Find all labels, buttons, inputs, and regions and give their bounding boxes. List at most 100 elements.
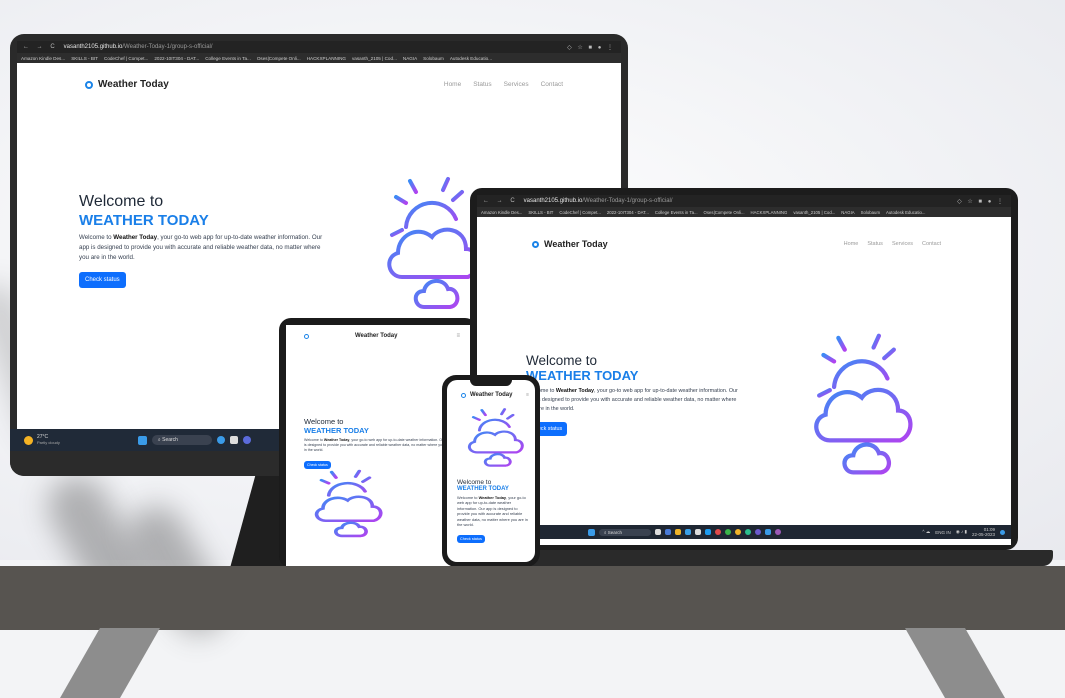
logo-icon — [85, 80, 93, 89]
site-brand[interactable]: Weather Today — [532, 239, 608, 249]
site-navbar: Weather Today Home Status Services Conta… — [17, 79, 621, 90]
app-icon[interactable] — [745, 529, 751, 535]
language-indicator[interactable]: ENG IN — [935, 530, 951, 535]
nav-link-contact[interactable]: Contact — [922, 241, 941, 247]
tray-icons[interactable]: ^ ☁ — [922, 529, 930, 535]
app-icon[interactable] — [229, 436, 238, 444]
app-icon[interactable] — [695, 529, 701, 535]
hero-title-line2: WEATHER TODAY — [79, 212, 209, 229]
bookmark-item[interactable]: HACKXPLANNING — [307, 56, 346, 61]
bookmark-item[interactable]: SKILLS - BIT — [71, 56, 98, 61]
app-icon[interactable] — [755, 529, 761, 535]
browser-nav-icons[interactable]: ← → C — [23, 44, 58, 50]
bookmark-item[interactable]: Oses|Compete Onli... — [257, 56, 301, 61]
app-icon[interactable] — [665, 529, 671, 535]
sun-icon — [24, 435, 33, 445]
browser-chrome: ← → C vasanth2105.github.io/Weather-Toda… — [17, 41, 621, 63]
menu-toggle-icon[interactable]: ≡ — [456, 333, 460, 339]
desc-bold: Weather Today — [113, 234, 158, 241]
smartphone: Weather Today ≡ Welcome to WEATHER TODAY… — [442, 375, 540, 567]
weather-widget[interactable]: 27°C Partly cloudy — [24, 434, 60, 446]
app-icon[interactable] — [725, 529, 731, 535]
bookmark-item[interactable]: 2022-10IT304 - DAT... — [607, 210, 649, 215]
network-icon[interactable]: ◉ ♪ ▮ — [956, 529, 967, 535]
laptop-screen: ← → C vasanth2105.github.io/Weather-Toda… — [477, 195, 1011, 545]
bookmark-item[interactable]: Oses|Compete Onli... — [704, 210, 745, 215]
bookmark-item[interactable]: vasanth_2105 | Cod... — [352, 56, 397, 61]
bookmark-item[interactable]: Amazon Kindle Des... — [21, 56, 65, 61]
phone-screen: Weather Today ≡ Welcome to WEATHER TODAY… — [447, 380, 535, 562]
browser-extension-icons[interactable]: ◇ ☆ ■ ● ⋮ — [567, 44, 615, 51]
windows-start-icon[interactable] — [588, 528, 595, 536]
bookmark-item[interactable]: HACKXPLANNING — [751, 210, 788, 215]
bookmark-item[interactable]: SKILLS - BIT — [528, 210, 553, 215]
hero-title-line2: WEATHER TODAY — [304, 426, 369, 435]
laptop: ← → C vasanth2105.github.io/Weather-Toda… — [470, 188, 1018, 550]
app-icon[interactable] — [735, 529, 741, 535]
desc-prefix: Welcome to — [457, 495, 479, 500]
taskbar-search-label: Search — [607, 529, 623, 535]
app-icon[interactable] — [655, 529, 661, 535]
bookmark-item[interactable]: NAGIA — [841, 210, 854, 215]
app-icon[interactable] — [715, 529, 721, 535]
check-status-button[interactable]: Check status — [457, 535, 485, 544]
bookmark-item[interactable]: Solobaum — [861, 210, 880, 215]
app-icon[interactable] — [765, 529, 771, 535]
app-icon[interactable] — [705, 529, 711, 535]
bookmark-item[interactable]: College Events in Ta... — [655, 210, 698, 215]
nav-link-services[interactable]: Services — [504, 81, 529, 88]
site-navbar: Weather Today Home Status Services Conta… — [477, 239, 1011, 249]
bookmark-item[interactable]: vasanth_2105 | Cod... — [793, 210, 835, 215]
windows-start-icon[interactable] — [137, 435, 147, 445]
app-icon[interactable] — [685, 529, 691, 535]
bookmark-item[interactable]: Solobaum — [423, 56, 444, 61]
site-brand[interactable]: Weather Today — [85, 79, 169, 90]
table-leg — [905, 628, 1005, 698]
logo-icon — [461, 392, 466, 398]
bookmark-item[interactable]: CodeChef | Compet... — [559, 210, 600, 215]
nav-link-home[interactable]: Home — [444, 81, 461, 88]
clock[interactable]: 01:09 22-05-2023 — [972, 527, 995, 537]
address-bar[interactable]: vasanth2105.github.io/Weather-Today-1/gr… — [524, 198, 673, 204]
taskbar-search[interactable]: ⌕ Search — [599, 528, 651, 536]
bookmark-item[interactable]: 2022-10IT304 - DAT... — [154, 56, 199, 61]
address-bar[interactable]: vasanth2105.github.io/Weather-Today-1/gr… — [64, 44, 213, 50]
notification-icon[interactable] — [1000, 529, 1005, 535]
nav-link-status[interactable]: Status — [473, 81, 491, 88]
bookmark-item[interactable]: College Events in Ta... — [205, 56, 251, 61]
app-icon[interactable] — [216, 436, 225, 444]
weather-illustration — [312, 466, 383, 538]
brand-text: Weather Today — [98, 79, 169, 90]
nav-link-home[interactable]: Home — [844, 241, 859, 247]
bookmark-item[interactable]: Autodesk Educatio... — [886, 210, 925, 215]
desc-prefix: Welcome to — [304, 438, 324, 442]
app-icon[interactable] — [775, 529, 781, 535]
app-icon[interactable] — [242, 436, 251, 444]
bookmark-item[interactable]: Amazon Kindle Des... — [481, 210, 522, 215]
weather-illustration — [384, 171, 480, 309]
check-status-button[interactable]: Check status — [79, 272, 126, 288]
brand-text[interactable]: Weather Today — [470, 392, 512, 398]
hero-section: Welcome to WEATHER TODAY Welcome to Weat… — [526, 353, 744, 436]
laptop-base — [455, 550, 1053, 566]
menu-toggle-icon[interactable]: ≡ — [526, 392, 529, 398]
desc-suffix: , your go-to web app for up-to-date weat… — [457, 495, 528, 528]
url-host: vasanth2105.github.io — [523, 198, 583, 204]
hero-title-line1: Welcome to — [79, 193, 164, 210]
browser-nav-icons[interactable]: ← → C — [483, 198, 518, 204]
bookmark-item[interactable]: Autodesk Educatio... — [450, 56, 492, 61]
bookmark-item[interactable]: NAGIA — [403, 56, 417, 61]
app-icon[interactable] — [675, 529, 681, 535]
taskbar-search[interactable]: ⌕ Search — [151, 435, 212, 445]
bookmark-item[interactable]: CodeChef | Compet... — [104, 56, 148, 61]
nav-link-services[interactable]: Services — [892, 241, 913, 247]
brand-text[interactable]: Weather Today — [355, 333, 397, 339]
hero-title-line1: Welcome to — [304, 417, 344, 426]
hero-description: Welcome to Weather Today, your go-to web… — [526, 387, 744, 414]
nav-link-contact[interactable]: Contact — [541, 81, 563, 88]
hero-description: Welcome to Weather Today, your go-to web… — [79, 233, 329, 263]
logo-icon — [532, 240, 539, 248]
nav-link-status[interactable]: Status — [867, 241, 883, 247]
hero-title-line1: Welcome to — [526, 353, 598, 368]
browser-extension-icons[interactable]: ◇ ☆ ■ ● ⋮ — [957, 198, 1005, 205]
